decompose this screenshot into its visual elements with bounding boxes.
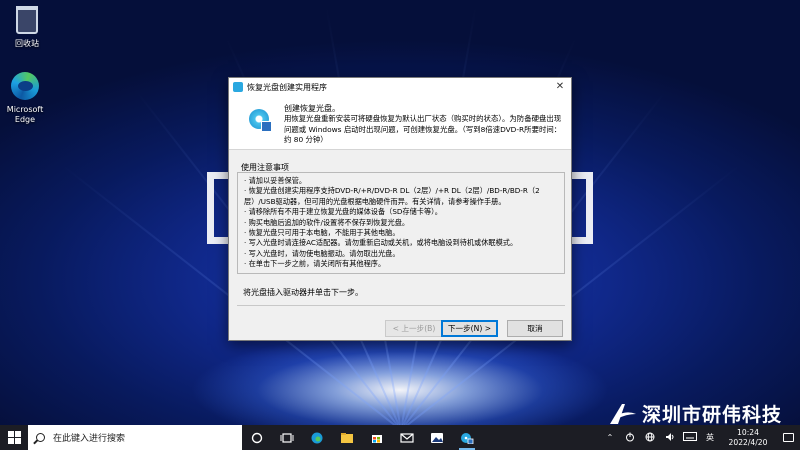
close-icon: ✕	[555, 81, 565, 92]
close-button[interactable]: ✕	[549, 78, 571, 96]
recovery-disc-icon	[249, 109, 272, 132]
recovery-disc-icon	[461, 432, 474, 444]
note-item: · 在单击下一步之前，请关闭所有其他程序。	[244, 259, 386, 269]
cancel-button[interactable]: 取消	[507, 320, 563, 337]
search-icon	[36, 433, 45, 442]
dialog-description: 用恢复光盘重新安装可将硬盘恢复为默认出厂状态（购买时的状态）。为防备硬盘出现问题…	[284, 114, 562, 144]
cortana-button[interactable]	[242, 425, 272, 450]
dialog-header: 创建恢复光盘。 用恢复光盘重新安装可将硬盘恢复为默认出厂状态（购买时的状态）。为…	[229, 96, 571, 150]
notification-icon	[782, 433, 794, 442]
desktop-icon-label: Microsoft Edge	[6, 105, 44, 124]
start-icon	[8, 431, 21, 444]
photos-icon	[431, 432, 443, 443]
photos-button[interactable]	[422, 425, 452, 450]
divider	[237, 305, 565, 306]
tray-clock[interactable]: 10:24 2022/4/20	[720, 428, 776, 448]
file-explorer-button[interactable]	[332, 425, 362, 450]
store-button[interactable]	[362, 425, 392, 450]
tray-keyboard-button[interactable]	[680, 432, 700, 443]
speaker-icon	[666, 432, 674, 441]
desktop-icon-label: 回收站	[15, 39, 39, 48]
watermark-text: 深圳市研伟科技	[642, 404, 783, 425]
chevron-up-icon: ⌃	[606, 433, 614, 442]
mail-icon	[400, 432, 414, 443]
note-item: · 请加以妥善保管。	[244, 176, 307, 185]
note-item: · 恢复光盘创建实用程序支持DVD-R/+R/DVD-R DL（2层）/+R D…	[244, 186, 540, 206]
note-item: · 写入光盘时请连接AC适配器。请勿重新启动或关机，或将电脑设到待机或休眠模式。	[244, 238, 518, 248]
taskbar-search-box[interactable]: 在此键入进行搜索	[28, 425, 242, 450]
edge-icon	[311, 432, 323, 443]
start-button[interactable]	[0, 425, 28, 450]
note-item: · 请移除所有不用于建立恢复光盘的媒体设备（SD存储卡等）。	[244, 207, 442, 217]
tray-power-button[interactable]	[620, 432, 640, 444]
mail-button[interactable]	[392, 425, 422, 450]
recovery-disc-dialog: 恢复光盘创建实用程序 ✕ 创建恢复光盘。 用恢复光盘重新安装可将硬盘恢复为默认出…	[228, 77, 572, 341]
system-tray: ⌃ 英 10:24 2022/4/20	[600, 425, 800, 450]
keyboard-icon	[683, 432, 697, 441]
app-icon	[233, 82, 243, 92]
watermark: 深圳市研伟科技	[608, 400, 782, 425]
note-item: · 购买电脑后追加的软件/设置将不保存到恢复光盘。	[244, 217, 410, 227]
task-view-button[interactable]	[272, 425, 302, 450]
note-item: · 恢复光盘只可用于本电脑，不能用于其他电脑。	[244, 228, 400, 238]
notes-box[interactable]: · 请加以妥善保管。 · 恢复光盘创建实用程序支持DVD-R/+R/DVD-R …	[237, 172, 565, 274]
power-icon	[626, 432, 634, 441]
desktop-icon-edge[interactable]: Microsoft Edge	[2, 72, 48, 125]
recycle-bin-icon	[16, 6, 38, 34]
brand-logo-icon	[610, 403, 636, 424]
cortana-icon	[251, 432, 263, 443]
clock-time: 10:24	[737, 427, 759, 437]
tray-volume-button[interactable]	[660, 432, 680, 444]
dialog-titlebar[interactable]: 恢复光盘创建实用程序 ✕	[229, 78, 571, 96]
clock-date: 2022/4/20	[728, 437, 768, 447]
ime-indicator[interactable]: 英	[700, 432, 720, 443]
dialog-heading: 创建恢复光盘。	[284, 104, 340, 113]
note-item: · 写入光盘时，请勿使电脑振动。请勿取出光盘。	[244, 248, 400, 258]
file-explorer-icon	[341, 432, 353, 443]
back-button[interactable]: < 上一步(B)	[385, 320, 443, 337]
tray-overflow-button[interactable]: ⌃	[600, 433, 620, 442]
next-button[interactable]: 下一步(N) >	[441, 320, 498, 337]
tray-network-button[interactable]	[640, 432, 660, 444]
edge-icon	[11, 72, 39, 100]
notification-center-button[interactable]	[776, 425, 800, 450]
taskbar: 在此键入进行搜索 ⌃ 英 10:24 2022/4/20	[0, 425, 800, 450]
globe-icon	[645, 432, 655, 441]
notes-scrollbar[interactable]	[551, 174, 563, 272]
dialog-title: 恢复光盘创建实用程序	[247, 82, 327, 92]
desktop-icon-recycle-bin[interactable]: 回收站	[4, 6, 50, 49]
search-placeholder: 在此键入进行搜索	[53, 434, 126, 444]
recovery-disc-app-button[interactable]	[452, 425, 482, 450]
taskbar-edge-button[interactable]	[302, 425, 332, 450]
task-view-icon	[280, 432, 294, 443]
instruction-text: 将光盘插入驱动器并单击下一步。	[243, 288, 363, 297]
store-icon	[372, 434, 382, 443]
